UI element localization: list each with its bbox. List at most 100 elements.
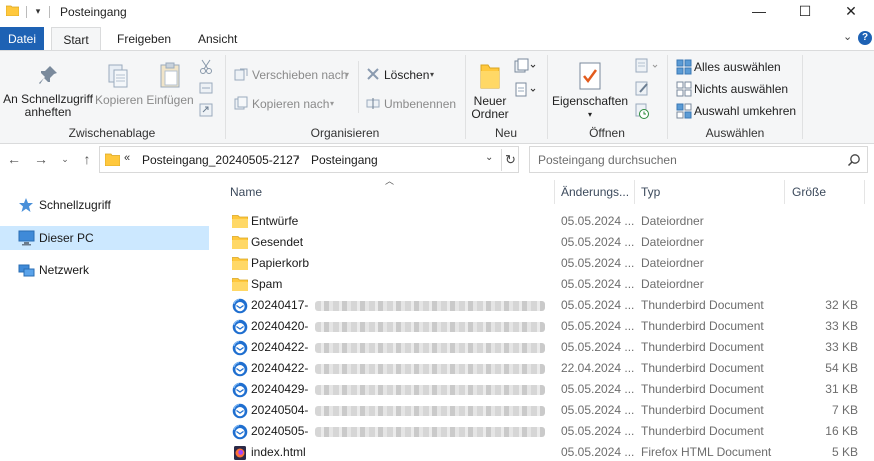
new-folder-button[interactable]: Neuer Ordner	[468, 61, 512, 121]
column-header-size[interactable]: Größe	[792, 181, 826, 203]
file-size: 31 KB	[825, 382, 858, 396]
quick-access-dropdown-icon[interactable]: ▾	[32, 5, 44, 17]
file-date: 05.05.2024 ...	[561, 424, 635, 438]
tab-freigeben[interactable]: Freigeben	[107, 27, 181, 51]
tab-start[interactable]: Start	[51, 27, 101, 51]
file-row[interactable]: index.html 05.05.2024 ... Firefox HTML Doc…	[215, 442, 874, 461]
redacted-filename	[315, 301, 545, 311]
close-button[interactable]: ✕	[828, 0, 874, 24]
select-all-button[interactable]: Alles auswählen	[676, 58, 786, 76]
new-item-icon[interactable]	[514, 58, 536, 74]
expand-ribbon-icon[interactable]: ⌄	[843, 30, 852, 43]
minimize-button[interactable]: —	[736, 0, 782, 24]
file-date: 05.05.2024 ...	[561, 319, 635, 333]
breadcrumb-item-current[interactable]: Posteingang	[311, 153, 378, 167]
ribbon-tabs: Datei Start Freigeben Ansicht ⌄ ?	[0, 27, 874, 51]
folder-row[interactable]: Gesendet 05.05.2024 ... Dateiordner	[215, 232, 874, 253]
address-dropdown-icon[interactable]: ⌄	[485, 152, 493, 163]
nav-item-netzwerk[interactable]: Netzwerk	[0, 258, 209, 282]
up-arrow-icon[interactable]: ↑	[79, 150, 95, 168]
overflow-chevron-icon[interactable]: «	[124, 152, 130, 164]
separator	[49, 6, 50, 18]
file-name: 20240422-	[251, 361, 309, 375]
open-icon[interactable]	[634, 58, 660, 74]
file-row[interactable]: 20240420- 05.05.2024 ... Thunderbird Docum…	[215, 316, 874, 337]
properties-button[interactable]: Eigenschaften ▾	[552, 61, 628, 121]
thunderbird-icon	[232, 340, 248, 356]
move-to-button[interactable]: Verschieben nach ▾	[234, 66, 354, 84]
ribbon: An Schnellzugriff anheften Kopieren Einf…	[0, 50, 874, 144]
file-date: 05.05.2024 ...	[561, 403, 635, 417]
search-input[interactable]: Posteingang durchsuchen	[529, 146, 868, 173]
cut-icon[interactable]	[199, 59, 213, 75]
folder-icon	[231, 277, 249, 293]
thunderbird-icon	[232, 403, 248, 419]
copy-path-icon[interactable]	[199, 82, 213, 94]
delete-x-icon	[367, 68, 379, 80]
thunderbird-icon	[232, 298, 248, 314]
rename-label: Umbenennen	[384, 97, 457, 111]
edit-icon[interactable]	[634, 80, 650, 96]
redacted-filename	[315, 385, 545, 395]
rename-button[interactable]: Umbenennen	[366, 95, 461, 113]
refresh-icon[interactable]: ↻	[501, 149, 519, 171]
copy-to-button[interactable]: Kopieren nach ▾	[234, 95, 354, 113]
file-list: ︿ Name Änderungs... Typ Größe Entwürfe 05…	[215, 176, 874, 461]
column-divider[interactable]	[634, 180, 635, 204]
paste-button[interactable]: Einfügen	[144, 61, 196, 107]
recent-locations-chevron-icon[interactable]: ⌄	[57, 150, 73, 168]
folder-row[interactable]: Papierkorb 05.05.2024 ... Dateiordner	[215, 253, 874, 274]
folder-icon	[105, 153, 120, 166]
file-size: 7 KB	[831, 403, 858, 417]
properties-label: Eigenschaften	[552, 94, 629, 108]
nav-item-dieser-pc[interactable]: Dieser PC	[0, 226, 209, 250]
select-none-icon	[676, 81, 692, 97]
folder-row[interactable]: Entwürfe 05.05.2024 ... Dateiordner	[215, 211, 874, 232]
nav-item-schnellzugriff[interactable]: Schnellzugriff	[0, 193, 209, 217]
file-name: 20240504-	[251, 403, 309, 417]
file-row[interactable]: 20240422- 22.04.2024 ... Thunderbird Docum…	[215, 358, 874, 379]
column-header-date[interactable]: Änderungs...	[561, 181, 629, 203]
copy-to-label: Kopieren nach	[252, 97, 330, 111]
easy-access-icon[interactable]	[514, 82, 536, 98]
breadcrumb-item[interactable]: Posteingang_20240505-2127	[142, 153, 299, 167]
file-row[interactable]: 20240505- 05.05.2024 ... Thunderbird Docum…	[215, 421, 874, 442]
forward-arrow-icon[interactable]: →	[33, 150, 49, 168]
maximize-button[interactable]: ☐	[782, 0, 828, 24]
copy-button[interactable]: Kopieren	[95, 63, 143, 107]
delete-button[interactable]: Löschen ▾	[366, 66, 446, 84]
paste-shortcut-icon[interactable]	[199, 103, 213, 117]
file-name: 20240422-	[251, 340, 309, 354]
file-row[interactable]: 20240422- 05.05.2024 ... Thunderbird Docum…	[215, 337, 874, 358]
pin-to-quick-access-button[interactable]: An Schnellzugriff anheften	[2, 63, 94, 119]
redacted-filename	[315, 322, 545, 332]
nav-item-label: Schnellzugriff	[39, 198, 111, 212]
file-row[interactable]: 20240417- 05.05.2024 ... Thunderbird Docum…	[215, 295, 874, 316]
help-icon[interactable]: ?	[858, 31, 872, 45]
address-bar[interactable]: « Posteingang_20240505-2127 › Posteingan…	[99, 146, 519, 173]
file-date: 05.05.2024 ...	[561, 256, 635, 270]
column-divider[interactable]	[784, 180, 785, 204]
history-icon[interactable]	[634, 103, 650, 119]
file-row[interactable]: 20240504- 05.05.2024 ... Thunderbird Docum…	[215, 400, 874, 421]
chevron-down-icon: ▾	[345, 70, 350, 79]
sort-ascending-icon: ︿	[385, 176, 395, 186]
back-arrow-icon[interactable]: ←	[6, 150, 22, 168]
file-type: Firefox HTML Document	[641, 445, 772, 459]
tab-ansicht[interactable]: Ansicht	[188, 27, 247, 51]
select-none-label: Nichts auswählen	[694, 82, 789, 96]
column-divider[interactable]	[864, 180, 865, 204]
file-date: 05.05.2024 ...	[561, 340, 635, 354]
select-none-button[interactable]: Nichts auswählen	[676, 80, 789, 98]
invert-selection-button[interactable]: Auswahl umkehren	[676, 102, 796, 120]
file-name: 20240417-	[251, 298, 309, 312]
folder-row[interactable]: Spam 05.05.2024 ... Dateiordner	[215, 274, 874, 295]
file-row[interactable]: 20240429- 05.05.2024 ... Thunderbird Docum…	[215, 379, 874, 400]
column-header-type[interactable]: Typ	[641, 181, 660, 203]
breadcrumb-separator-icon[interactable]: ›	[296, 152, 300, 164]
column-header-name[interactable]: Name	[230, 181, 262, 203]
column-divider[interactable]	[554, 180, 555, 204]
tab-datei[interactable]: Datei	[0, 27, 44, 51]
move-to-label: Verschieben nach	[252, 68, 348, 82]
thunderbird-icon	[232, 424, 248, 440]
